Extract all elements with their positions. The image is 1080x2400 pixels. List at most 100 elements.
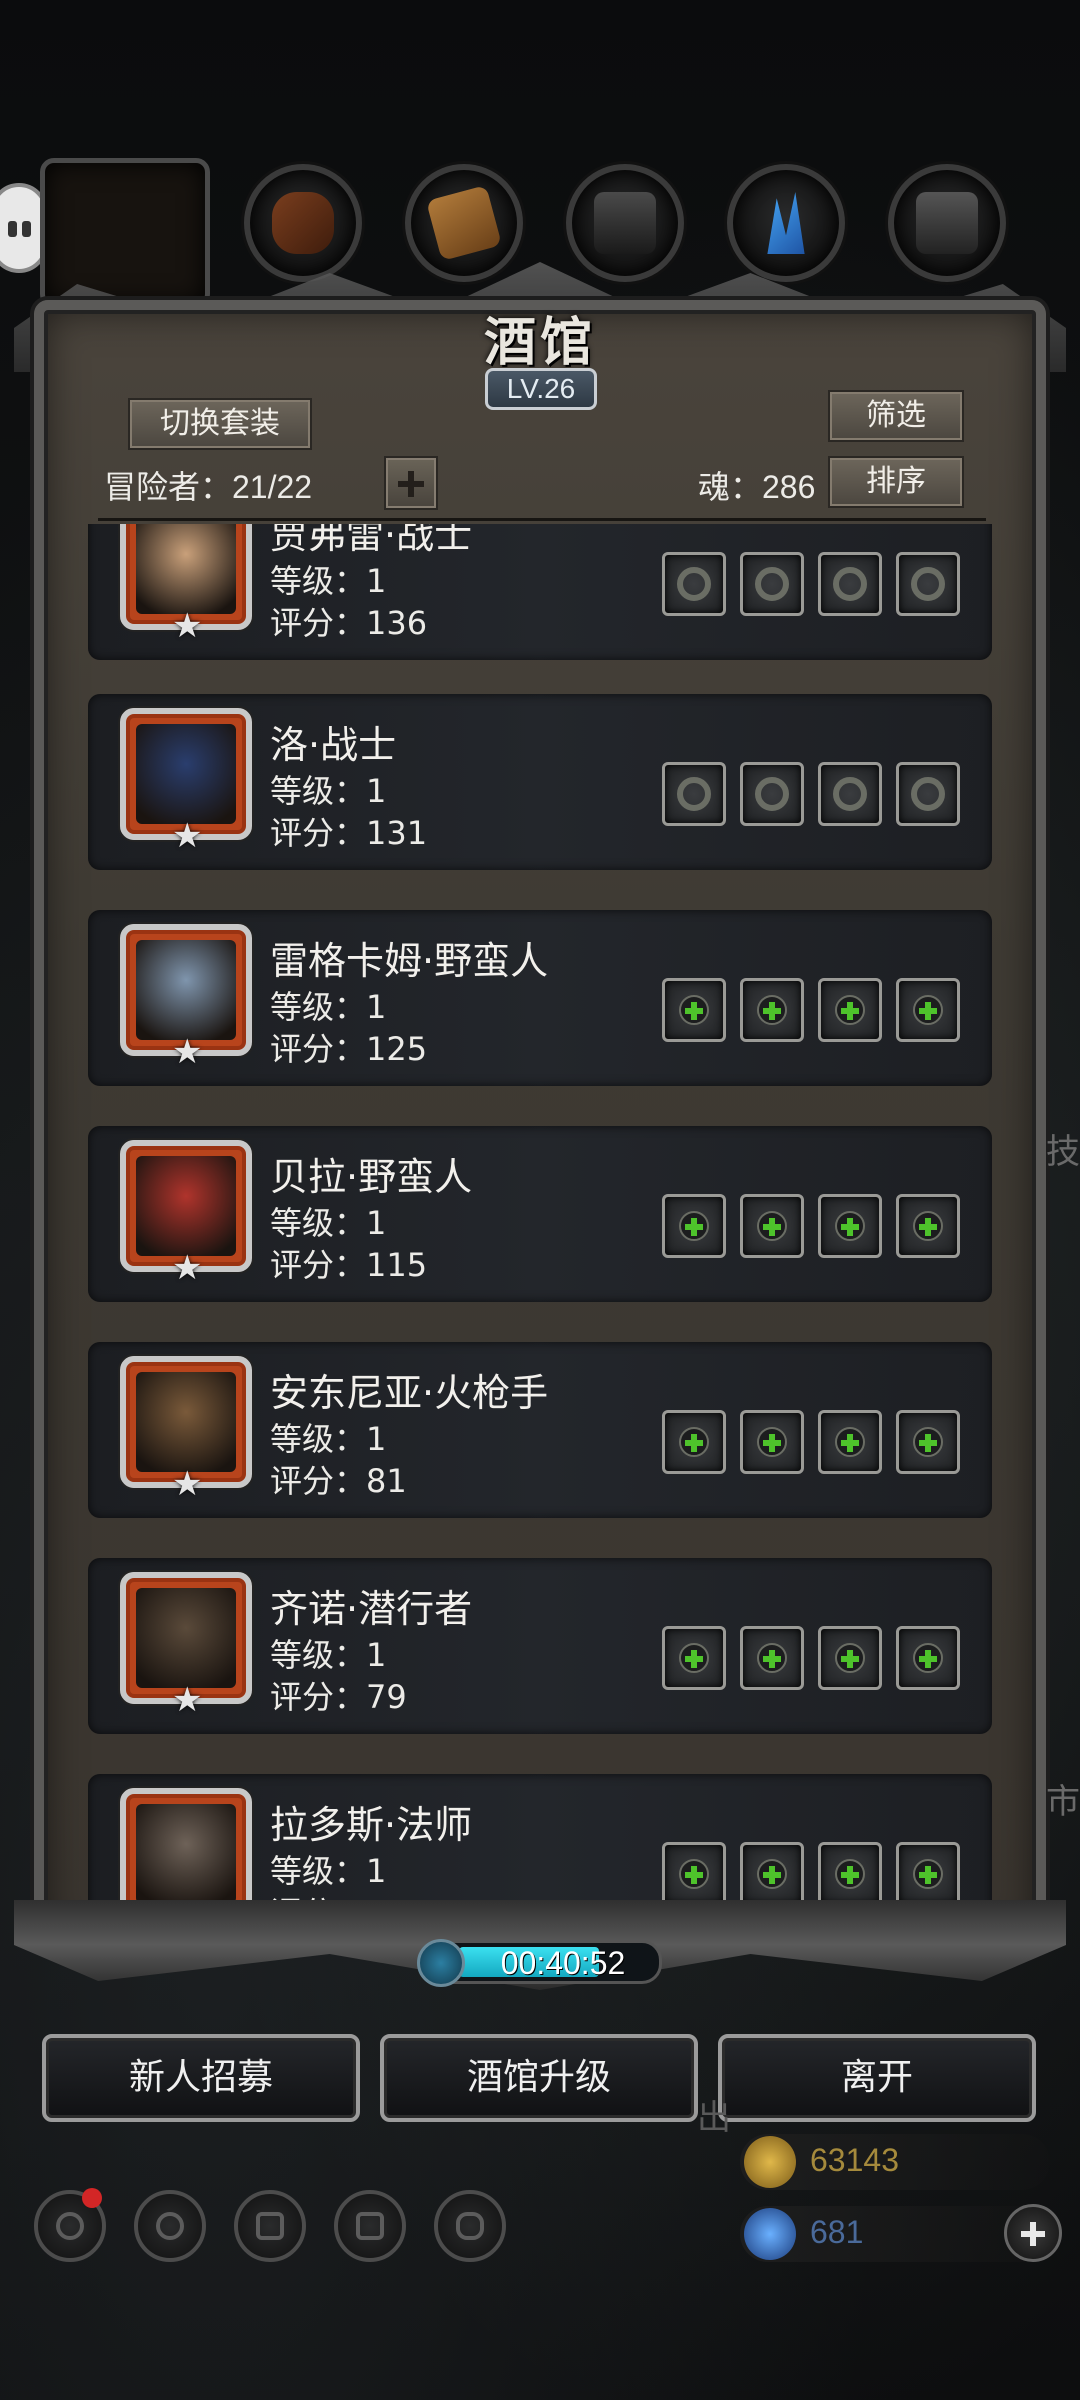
gem-icon	[744, 2208, 796, 2260]
mail-icon[interactable]	[334, 2190, 406, 2262]
clock-icon	[417, 1939, 465, 1987]
equipment-outline-icon	[833, 777, 867, 811]
green-plus-icon	[913, 1643, 943, 1673]
map-icon[interactable]	[234, 2190, 306, 2262]
ring-slot[interactable]	[896, 1194, 960, 1258]
hero-portrait[interactable]: ★	[120, 1788, 252, 1914]
armor-slot[interactable]	[740, 1410, 804, 1474]
hero-name: 齐诺·潜行者	[270, 1587, 473, 1631]
hero-row[interactable]: ★ 齐诺·潜行者 等级：1 评分：79	[88, 1558, 992, 1734]
hero-level: 等级：1	[270, 562, 387, 600]
hood-icon[interactable]	[40, 158, 210, 308]
hero-portrait[interactable]: ★	[120, 708, 252, 856]
ring-slot[interactable]	[896, 1842, 960, 1906]
green-plus-icon	[757, 1211, 787, 1241]
hero-score: 评分：131	[270, 814, 428, 852]
hero-row[interactable]: ★拉多斯·法师等级：1评分：64	[88, 1774, 992, 1914]
recruit-button[interactable]: 新人招募	[42, 2034, 360, 2122]
green-plus-icon	[757, 995, 787, 1025]
green-plus-icon	[757, 1427, 787, 1457]
weapon-slot[interactable]	[662, 1842, 726, 1906]
green-plus-icon	[835, 1859, 865, 1889]
header-divider	[98, 518, 986, 521]
green-plus-icon	[679, 1643, 709, 1673]
star-icon: ★	[172, 1248, 203, 1288]
green-plus-icon	[835, 1211, 865, 1241]
hero-level: 等级：1	[270, 1204, 387, 1242]
star-icon: ★	[172, 1680, 203, 1720]
weapon-slot[interactable]	[662, 1194, 726, 1258]
weapon-slot[interactable]	[662, 552, 726, 616]
chest-icon[interactable]	[566, 164, 684, 282]
ring-slot[interactable]	[818, 1410, 882, 1474]
crystal-icon[interactable]	[727, 164, 845, 282]
ring-slot[interactable]	[818, 762, 882, 826]
ring-slot[interactable]	[818, 1842, 882, 1906]
equipment-outline-icon	[677, 777, 711, 811]
filter-button[interactable]: 筛选	[828, 390, 964, 442]
weapon-slot[interactable]	[662, 762, 726, 826]
armor-slot[interactable]	[740, 1842, 804, 1906]
ring-slot[interactable]	[896, 762, 960, 826]
ring-slot[interactable]	[896, 978, 960, 1042]
armor-slot[interactable]	[740, 1194, 804, 1258]
handshake-icon[interactable]	[434, 2190, 506, 2262]
hero-portrait[interactable]: ★	[120, 1140, 252, 1288]
leave-button[interactable]: 离开	[718, 2034, 1036, 2122]
green-plus-icon	[913, 1859, 943, 1889]
hero-score: 评分：125	[270, 1030, 428, 1068]
upgrade-tavern-button[interactable]: 酒馆升级	[380, 2034, 698, 2122]
ring-slot[interactable]	[818, 552, 882, 616]
ring-slot[interactable]	[818, 978, 882, 1042]
ring-slot[interactable]	[818, 1626, 882, 1690]
hero-portrait[interactable]: ★	[120, 524, 252, 646]
boots-icon[interactable]	[244, 164, 362, 282]
star-icon: ★	[172, 816, 203, 856]
ring-slot[interactable]	[818, 1194, 882, 1258]
ring-slot[interactable]	[896, 552, 960, 616]
anvil-icon[interactable]	[888, 164, 1006, 282]
green-plus-icon	[913, 995, 943, 1025]
armor-slot[interactable]	[740, 552, 804, 616]
hero-name: 拉多斯·法师	[270, 1803, 473, 1847]
armor-slot[interactable]	[740, 978, 804, 1042]
hero-level: 等级：1	[270, 772, 387, 810]
armor-slot[interactable]	[740, 762, 804, 826]
hero-list[interactable]: ★ 贾弗雷·战士 等级：1 评分：136 ★ 洛·战士 等级：1 评分：131 ★ 雷格卡姆·野蛮…	[88, 524, 992, 1914]
green-plus-icon	[679, 995, 709, 1025]
equipment-outline-icon	[833, 567, 867, 601]
hero-row[interactable]: ★ 洛·战士 等级：1 评分：131	[88, 694, 992, 870]
hero-row[interactable]: ★ 安东尼亚·火枪手 等级：1 评分：81	[88, 1342, 992, 1518]
recruit-timer: 00:40:52	[417, 1939, 662, 1987]
ring-slot[interactable]	[896, 1626, 960, 1690]
weapon-slot[interactable]	[662, 1410, 726, 1474]
hero-level: 等级：1	[270, 1636, 387, 1674]
achievement-icon[interactable]	[134, 2190, 206, 2262]
weapon-slot[interactable]	[662, 1626, 726, 1690]
equipment-outline-icon	[911, 777, 945, 811]
tavern-level-badge: LV.26	[485, 368, 597, 410]
hero-name: 贾弗雷·战士	[270, 524, 473, 557]
hero-portrait[interactable]: ★	[120, 1356, 252, 1504]
hero-face-image	[136, 1372, 236, 1472]
switch-outfit-button[interactable]: 切换套装	[128, 398, 312, 450]
armor-slot[interactable]	[740, 1626, 804, 1690]
edge-text-market: 市	[1046, 1782, 1080, 1822]
scroll-icon[interactable]	[405, 164, 523, 282]
add-currency-button[interactable]	[1004, 2204, 1062, 2262]
green-plus-icon	[835, 1427, 865, 1457]
hero-row[interactable]: ★ 雷格卡姆·野蛮人 等级：1 评分：125	[88, 910, 992, 1086]
weapon-slot[interactable]	[662, 978, 726, 1042]
hero-portrait[interactable]: ★	[120, 1572, 252, 1720]
green-plus-icon	[835, 1643, 865, 1673]
gold-amount: 63143	[810, 2142, 899, 2178]
star-icon: ★	[172, 1032, 203, 1072]
hero-row[interactable]: ★ 贝拉·野蛮人 等级：1 评分：115	[88, 1126, 992, 1302]
timer-text: 00:40:52	[500, 1945, 626, 1981]
edge-text-skill: 技	[1046, 1132, 1080, 1172]
add-adventurer-button[interactable]	[384, 456, 438, 510]
hero-portrait[interactable]: ★	[120, 924, 252, 1072]
ring-slot[interactable]	[896, 1410, 960, 1474]
hero-row[interactable]: ★ 贾弗雷·战士 等级：1 评分：136	[88, 524, 992, 660]
sort-button[interactable]: 排序	[828, 456, 964, 508]
